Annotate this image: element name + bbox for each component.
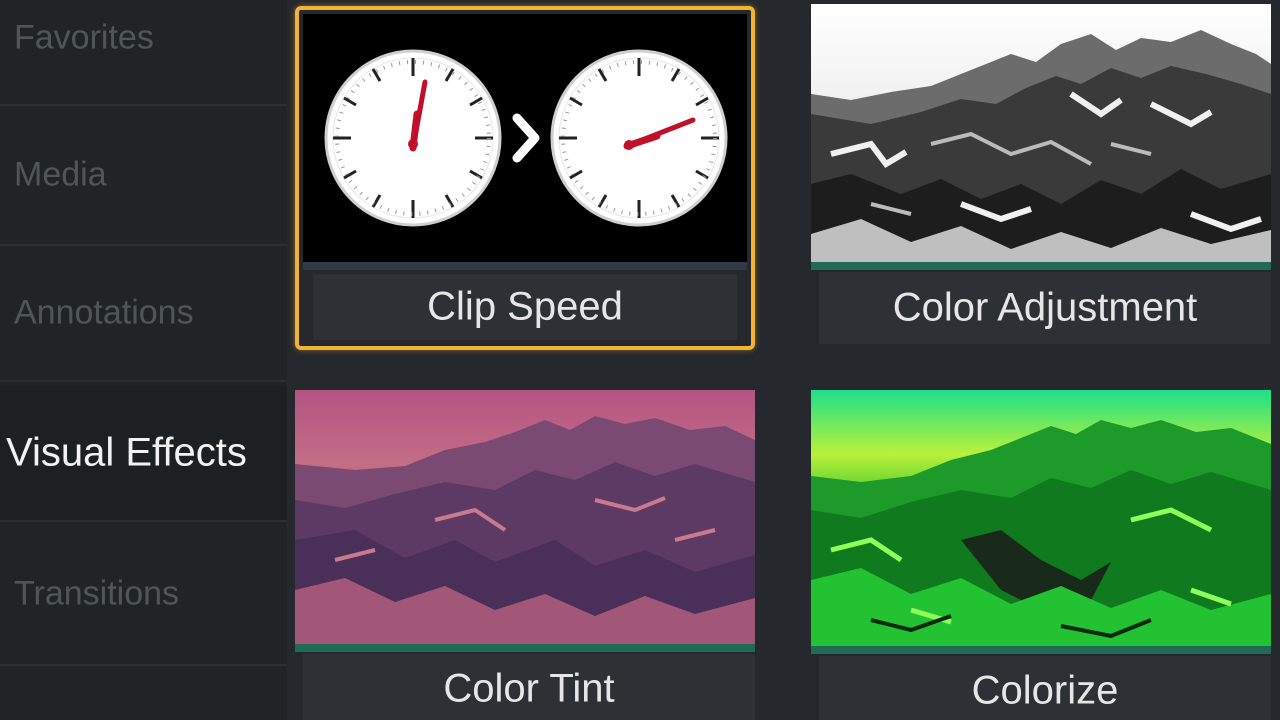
effect-caption: Color Adjustment: [819, 272, 1271, 344]
effect-tile-colorize[interactable]: Colorize: [811, 390, 1271, 720]
effects-panel: Favorites Media Annotations Visual Effec…: [0, 0, 1280, 720]
mountain-grayscale-image: [811, 4, 1271, 262]
sidebar-item-media[interactable]: Media: [0, 106, 287, 246]
effect-caption: Colorize: [819, 656, 1271, 720]
effect-label: Clip Speed: [427, 284, 623, 329]
sidebar-item-empty: [0, 666, 287, 720]
colorize-thumbnail: [811, 390, 1271, 646]
sidebar-item-label: Annotations: [14, 293, 194, 332]
clip-speed-thumbnail: [303, 14, 747, 262]
effect-tile-color-tint[interactable]: Color Tint: [295, 390, 755, 720]
mountain-magenta-image: [295, 390, 755, 644]
sidebar-item-favorites[interactable]: Favorites: [0, 0, 287, 106]
effect-label: Colorize: [971, 668, 1119, 713]
effect-tile-clip-speed[interactable]: Clip Speed: [295, 6, 755, 350]
category-sidebar: Favorites Media Annotations Visual Effec…: [0, 0, 287, 720]
effect-tile-color-adjustment[interactable]: Color Adjustment: [811, 4, 1271, 352]
sidebar-item-visual-effects[interactable]: Visual Effects: [0, 386, 287, 522]
effect-caption: Clip Speed: [313, 274, 737, 340]
thumbnail-underline: [811, 262, 1271, 270]
effect-caption: Color Tint: [303, 654, 755, 720]
effect-label: Color Tint: [443, 666, 615, 711]
thumbnail-divider: [303, 262, 747, 270]
sidebar-item-label: Transitions: [14, 574, 180, 613]
mountain-green-image: [811, 390, 1271, 646]
thumbnail-underline: [811, 646, 1271, 654]
color-adjustment-thumbnail: [811, 4, 1271, 262]
sidebar-item-label: Media: [14, 155, 107, 194]
sidebar-item-label: Favorites: [14, 18, 154, 57]
dual-clock-icon: [324, 49, 728, 227]
sidebar-item-annotations[interactable]: Annotations: [0, 246, 287, 382]
thumbnail-underline: [295, 644, 755, 652]
sidebar-item-label: Visual Effects: [6, 430, 247, 475]
sidebar-item-transitions[interactable]: Transitions: [0, 524, 287, 666]
effect-label: Color Adjustment: [892, 285, 1198, 330]
color-tint-thumbnail: [295, 390, 755, 644]
